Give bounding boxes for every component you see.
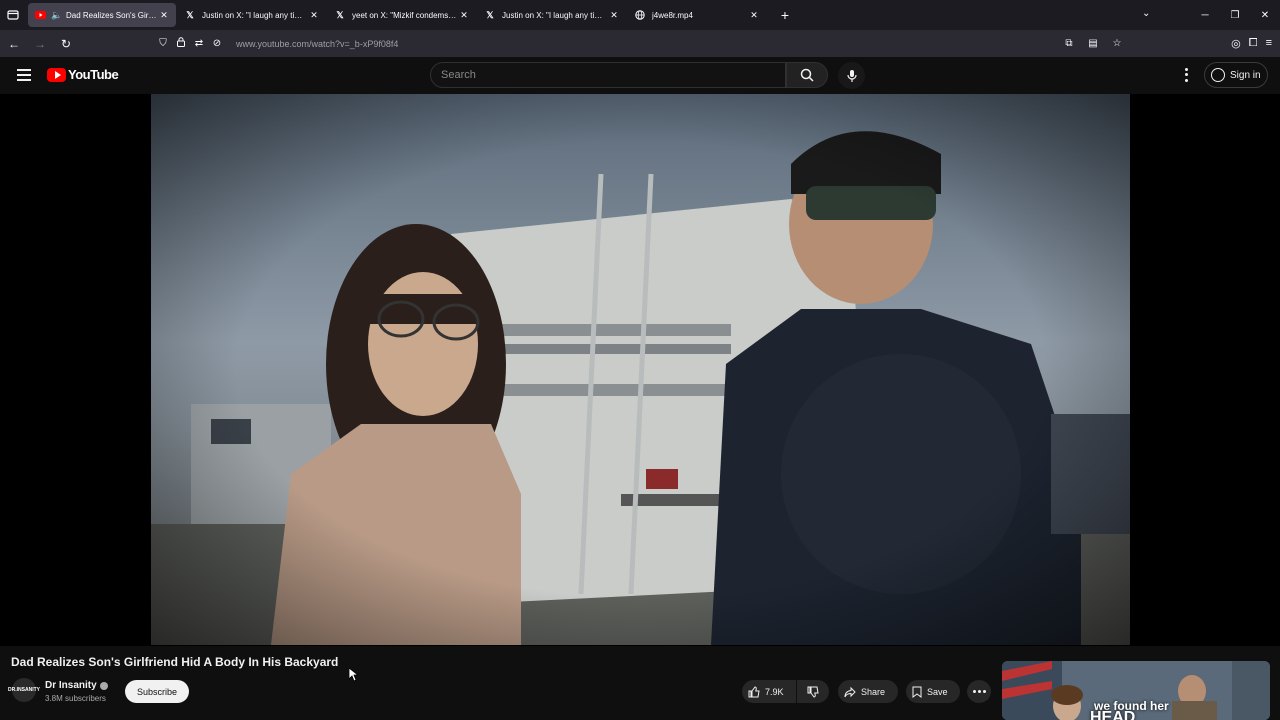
tracking-blocked-icon[interactable]: ⊘ xyxy=(208,38,226,49)
x-icon: 𝕏 xyxy=(186,9,194,20)
close-tab-icon[interactable]: ✕ xyxy=(308,10,320,21)
close-tab-icon[interactable]: ✕ xyxy=(158,10,170,21)
new-tab-icon[interactable]: + xyxy=(774,7,796,23)
tab-x-justin-2[interactable]: 𝕏 Justin on X: "I laugh any time th ✕ xyxy=(478,3,626,27)
permissions-icon[interactable]: ⇄ xyxy=(190,38,208,49)
tab-list-icon[interactable] xyxy=(0,0,26,30)
tab-x-yeet[interactable]: 𝕏 yeet on X: "Mizkif condems Poki ✕ xyxy=(328,3,476,27)
tab-title: j4we8r.mp4 xyxy=(652,10,693,20)
microphone-icon xyxy=(846,69,857,82)
maximize-icon[interactable]: ❐ xyxy=(1220,10,1250,21)
share-label: Share xyxy=(861,686,886,697)
search-input[interactable]: Search xyxy=(430,62,786,88)
video-player[interactable] xyxy=(0,94,1280,646)
tab-title: Dad Realizes Son's Girlfrien xyxy=(66,10,158,20)
thumbs-down-icon xyxy=(807,686,819,698)
x-icon: 𝕏 xyxy=(486,9,494,20)
window-controls: ─ ❐ ✕ xyxy=(1190,0,1280,30)
channel-name[interactable]: Dr Insanity xyxy=(45,680,97,691)
shield-icon[interactable]: ⛉ xyxy=(154,38,172,49)
thumbnail-caption-large: HEAD xyxy=(1090,709,1136,720)
close-tab-icon[interactable]: ✕ xyxy=(608,10,620,21)
thumbs-up-icon xyxy=(748,685,760,697)
youtube-logo-text: YouTube xyxy=(68,67,119,82)
reload-icon[interactable]: ↻ xyxy=(54,37,78,51)
sign-in-label: Sign in xyxy=(1230,69,1261,81)
video-title: Dad Realizes Son's Girlfriend Hid A Body… xyxy=(11,655,339,669)
bookmark-icon xyxy=(912,686,922,698)
recommended-video-thumbnail[interactable]: we found her HEAD xyxy=(1002,661,1270,720)
reader-view-icon[interactable]: ▤ xyxy=(1084,38,1102,49)
share-button[interactable]: Share xyxy=(838,680,898,703)
save-label: Save xyxy=(927,686,948,697)
youtube-favicon-icon xyxy=(34,9,46,21)
back-icon[interactable]: ← xyxy=(2,37,26,51)
tab-title: yeet on X: "Mizkif condems Poki xyxy=(352,10,458,20)
account-icon[interactable]: ◎ xyxy=(1231,37,1241,50)
bookmark-star-icon[interactable]: ☆ xyxy=(1108,38,1126,49)
forward-icon[interactable]: → xyxy=(28,37,52,51)
x-icon: 𝕏 xyxy=(336,9,344,20)
settings-kebab-icon[interactable] xyxy=(1179,67,1193,83)
dislike-button[interactable] xyxy=(797,680,829,703)
tab-title: Justin on X: "I laugh any time th xyxy=(202,10,308,20)
like-count: 7.9K xyxy=(765,686,784,697)
globe-icon xyxy=(634,9,646,21)
user-circle-icon xyxy=(1211,68,1225,82)
search-button[interactable] xyxy=(786,62,828,88)
extensions-icon[interactable]: ⧠ xyxy=(1249,37,1258,50)
youtube-header: YouTube Search Sign in xyxy=(0,57,1280,94)
channel-avatar[interactable]: DR.INSANITY xyxy=(8,678,40,702)
minimize-icon[interactable]: ─ xyxy=(1190,10,1220,21)
verified-badge-icon xyxy=(100,682,108,690)
close-window-icon[interactable]: ✕ xyxy=(1250,10,1280,21)
hamburger-menu-icon[interactable] xyxy=(17,69,31,81)
search-icon xyxy=(800,68,814,82)
sign-in-button[interactable]: Sign in xyxy=(1204,62,1268,88)
picture-in-picture-icon[interactable]: ⧉ xyxy=(1060,38,1078,49)
lock-icon[interactable] xyxy=(172,37,190,50)
like-button[interactable]: 7.9K xyxy=(742,680,796,703)
video-still-image xyxy=(151,94,1130,645)
save-button[interactable]: Save xyxy=(906,680,960,703)
browser-tab-strip: 🔈 Dad Realizes Son's Girlfrien ✕ 𝕏 Justi… xyxy=(0,0,1280,30)
address-bar[interactable]: ⛉ ⇄ ⊘ www.youtube.com/watch?v=_b-xP9f08f… xyxy=(154,33,1134,54)
menu-icon[interactable]: ≡ xyxy=(1266,37,1272,50)
video-frame[interactable] xyxy=(151,94,1130,645)
share-arrow-icon xyxy=(844,686,856,697)
more-actions-icon[interactable] xyxy=(967,680,991,703)
browser-toolbar: ← → ↻ ⛉ ⇄ ⊘ www.youtube.com/watch?v=_b-x… xyxy=(0,30,1280,57)
url-text[interactable]: www.youtube.com/watch?v=_b-xP9f08f4 xyxy=(236,39,398,49)
tab-title: Justin on X: "I laugh any time th xyxy=(502,10,608,20)
subscribe-button[interactable]: Subscribe xyxy=(125,680,189,703)
voice-search-button[interactable] xyxy=(838,62,865,89)
tab-mp4-file[interactable]: j4we8r.mp4 ✕ xyxy=(628,3,766,27)
chevron-down-icon[interactable]: ⌄ xyxy=(1142,8,1150,19)
tab-x-justin-1[interactable]: 𝕏 Justin on X: "I laugh any time th ✕ xyxy=(178,3,326,27)
youtube-play-icon xyxy=(47,67,66,82)
tab-youtube-video[interactable]: 🔈 Dad Realizes Son's Girlfrien ✕ xyxy=(28,3,176,27)
close-tab-icon[interactable]: ✕ xyxy=(458,10,470,21)
subscriber-count: 3.8M subscribers xyxy=(45,694,106,703)
speaker-icon[interactable]: 🔈 xyxy=(51,9,62,21)
mouse-cursor-icon xyxy=(349,668,359,682)
close-tab-icon[interactable]: ✕ xyxy=(748,10,760,21)
youtube-logo[interactable]: YouTube xyxy=(47,67,119,82)
